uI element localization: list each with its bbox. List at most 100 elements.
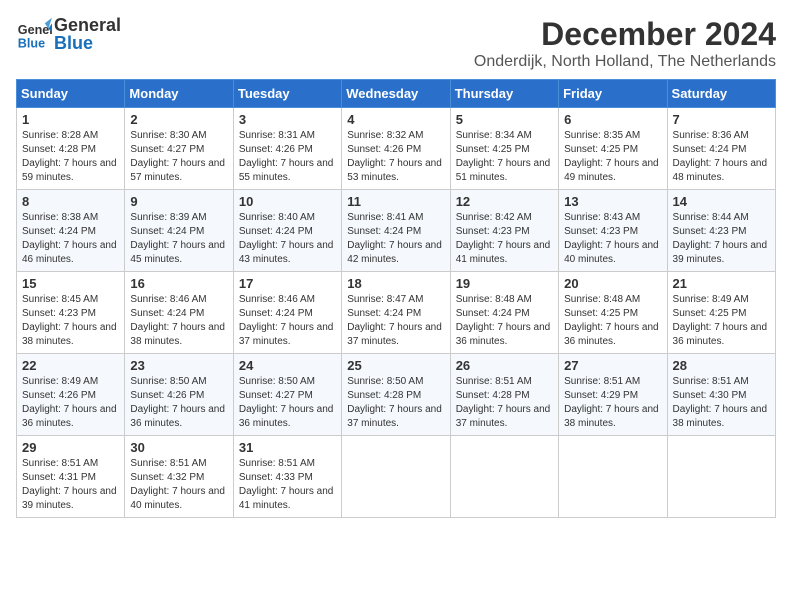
- calendar-cell: 25 Sunrise: 8:50 AMSunset: 4:28 PMDayligh…: [342, 354, 450, 436]
- calendar-cell: 24 Sunrise: 8:50 AMSunset: 4:27 PMDayligh…: [233, 354, 341, 436]
- day-number: 6: [564, 112, 661, 127]
- day-info: Sunrise: 8:51 AMSunset: 4:31 PMDaylight:…: [22, 457, 119, 513]
- calendar-day-header: Monday: [125, 80, 233, 108]
- calendar-cell: [667, 436, 775, 518]
- day-number: 17: [239, 276, 336, 291]
- day-info: Sunrise: 8:51 AMSunset: 4:29 PMDaylight:…: [564, 375, 661, 431]
- day-info: Sunrise: 8:49 AMSunset: 4:26 PMDaylight:…: [22, 375, 119, 431]
- day-info: Sunrise: 8:50 AMSunset: 4:28 PMDaylight:…: [347, 375, 444, 431]
- day-number: 31: [239, 440, 336, 455]
- calendar-day-header: Tuesday: [233, 80, 341, 108]
- day-info: Sunrise: 8:31 AMSunset: 4:26 PMDaylight:…: [239, 129, 336, 185]
- calendar-cell: 3 Sunrise: 8:31 AMSunset: 4:26 PMDaylight…: [233, 108, 341, 190]
- day-number: 22: [22, 358, 119, 373]
- page-subtitle: Onderdijk, North Holland, The Netherland…: [474, 53, 776, 71]
- calendar-cell: 30 Sunrise: 8:51 AMSunset: 4:32 PMDayligh…: [125, 436, 233, 518]
- calendar-cell: 6 Sunrise: 8:35 AMSunset: 4:25 PMDaylight…: [559, 108, 667, 190]
- day-info: Sunrise: 8:51 AMSunset: 4:33 PMDaylight:…: [239, 457, 336, 513]
- calendar-cell: 18 Sunrise: 8:47 AMSunset: 4:24 PMDayligh…: [342, 272, 450, 354]
- calendar-cell: 19Sunrise: 8:48 AMSunset: 4:24 PMDayligh…: [450, 272, 558, 354]
- calendar-cell: 4 Sunrise: 8:32 AMSunset: 4:26 PMDaylight…: [342, 108, 450, 190]
- day-info: Sunrise: 8:45 AMSunset: 4:23 PMDaylight:…: [22, 293, 119, 349]
- calendar-cell: 31 Sunrise: 8:51 AMSunset: 4:33 PMDayligh…: [233, 436, 341, 518]
- page-header: General Blue General Blue December 2024 …: [16, 16, 776, 71]
- day-info: Sunrise: 8:30 AMSunset: 4:27 PMDaylight:…: [130, 129, 227, 185]
- calendar-cell: 20 Sunrise: 8:48 AMSunset: 4:25 PMDayligh…: [559, 272, 667, 354]
- day-info: Sunrise: 8:36 AMSunset: 4:24 PMDaylight:…: [673, 129, 770, 185]
- day-info: Sunrise: 8:43 AMSunset: 4:23 PMDaylight:…: [564, 211, 661, 267]
- day-info: Sunrise: 8:51 AMSunset: 4:32 PMDaylight:…: [130, 457, 227, 513]
- day-info: Sunrise: 8:35 AMSunset: 4:25 PMDaylight:…: [564, 129, 661, 185]
- calendar-day-header: Wednesday: [342, 80, 450, 108]
- day-number: 27: [564, 358, 661, 373]
- calendar-week-row: 8 Sunrise: 8:38 AMSunset: 4:24 PMDaylight…: [17, 190, 776, 272]
- day-info: Sunrise: 8:40 AMSunset: 4:24 PMDaylight:…: [239, 211, 336, 267]
- day-info: Sunrise: 8:49 AMSunset: 4:25 PMDaylight:…: [673, 293, 770, 349]
- day-info: Sunrise: 8:51 AMSunset: 4:28 PMDaylight:…: [456, 375, 553, 431]
- calendar-cell: 8 Sunrise: 8:38 AMSunset: 4:24 PMDaylight…: [17, 190, 125, 272]
- calendar-cell: 29Sunrise: 8:51 AMSunset: 4:31 PMDayligh…: [17, 436, 125, 518]
- day-number: 16: [130, 276, 227, 291]
- day-number: 3: [239, 112, 336, 127]
- day-number: 15: [22, 276, 119, 291]
- day-number: 4: [347, 112, 444, 127]
- calendar-week-row: 1Sunrise: 8:28 AMSunset: 4:28 PMDaylight…: [17, 108, 776, 190]
- day-number: 7: [673, 112, 770, 127]
- day-info: Sunrise: 8:46 AMSunset: 4:24 PMDaylight:…: [239, 293, 336, 349]
- day-info: Sunrise: 8:34 AMSunset: 4:25 PMDaylight:…: [456, 129, 553, 185]
- day-info: Sunrise: 8:38 AMSunset: 4:24 PMDaylight:…: [22, 211, 119, 267]
- day-info: Sunrise: 8:42 AMSunset: 4:23 PMDaylight:…: [456, 211, 553, 267]
- calendar-cell: 1Sunrise: 8:28 AMSunset: 4:28 PMDaylight…: [17, 108, 125, 190]
- day-number: 24: [239, 358, 336, 373]
- day-number: 14: [673, 194, 770, 209]
- calendar-day-header: Thursday: [450, 80, 558, 108]
- day-number: 26: [456, 358, 553, 373]
- logo-icon: General Blue: [16, 16, 52, 52]
- day-number: 21: [673, 276, 770, 291]
- day-number: 11: [347, 194, 444, 209]
- day-number: 2: [130, 112, 227, 127]
- day-number: 13: [564, 194, 661, 209]
- calendar-cell: 11Sunrise: 8:41 AMSunset: 4:24 PMDayligh…: [342, 190, 450, 272]
- day-info: Sunrise: 8:46 AMSunset: 4:24 PMDaylight:…: [130, 293, 227, 349]
- calendar-table: SundayMondayTuesdayWednesdayThursdayFrid…: [16, 79, 776, 518]
- logo-blue-text: Blue: [54, 34, 121, 52]
- day-info: Sunrise: 8:50 AMSunset: 4:27 PMDaylight:…: [239, 375, 336, 431]
- calendar-cell: 28Sunrise: 8:51 AMSunset: 4:30 PMDayligh…: [667, 354, 775, 436]
- day-number: 20: [564, 276, 661, 291]
- calendar-week-row: 22 Sunrise: 8:49 AMSunset: 4:26 PMDayligh…: [17, 354, 776, 436]
- calendar-cell: 13 Sunrise: 8:43 AMSunset: 4:23 PMDayligh…: [559, 190, 667, 272]
- calendar-cell: 14 Sunrise: 8:44 AMSunset: 4:23 PMDayligh…: [667, 190, 775, 272]
- day-number: 12: [456, 194, 553, 209]
- calendar-day-header: Saturday: [667, 80, 775, 108]
- day-info: Sunrise: 8:47 AMSunset: 4:24 PMDaylight:…: [347, 293, 444, 349]
- calendar-cell: 15 Sunrise: 8:45 AMSunset: 4:23 PMDayligh…: [17, 272, 125, 354]
- day-number: 8: [22, 194, 119, 209]
- calendar-cell: 2 Sunrise: 8:30 AMSunset: 4:27 PMDaylight…: [125, 108, 233, 190]
- day-info: Sunrise: 8:50 AMSunset: 4:26 PMDaylight:…: [130, 375, 227, 431]
- day-number: 9: [130, 194, 227, 209]
- day-info: Sunrise: 8:48 AMSunset: 4:24 PMDaylight:…: [456, 293, 553, 349]
- calendar-cell: 23 Sunrise: 8:50 AMSunset: 4:26 PMDayligh…: [125, 354, 233, 436]
- calendar-week-row: 29Sunrise: 8:51 AMSunset: 4:31 PMDayligh…: [17, 436, 776, 518]
- calendar-cell: [450, 436, 558, 518]
- calendar-day-header: Sunday: [17, 80, 125, 108]
- calendar-cell: 27 Sunrise: 8:51 AMSunset: 4:29 PMDayligh…: [559, 354, 667, 436]
- calendar-cell: 9Sunrise: 8:39 AMSunset: 4:24 PMDaylight…: [125, 190, 233, 272]
- day-number: 25: [347, 358, 444, 373]
- day-info: Sunrise: 8:48 AMSunset: 4:25 PMDaylight:…: [564, 293, 661, 349]
- calendar-header-row: SundayMondayTuesdayWednesdayThursdayFrid…: [17, 80, 776, 108]
- calendar-cell: 26 Sunrise: 8:51 AMSunset: 4:28 PMDayligh…: [450, 354, 558, 436]
- day-number: 10: [239, 194, 336, 209]
- day-number: 18: [347, 276, 444, 291]
- page-title: December 2024: [474, 16, 776, 53]
- day-number: 30: [130, 440, 227, 455]
- day-info: Sunrise: 8:44 AMSunset: 4:23 PMDaylight:…: [673, 211, 770, 267]
- day-number: 23: [130, 358, 227, 373]
- calendar-cell: 22 Sunrise: 8:49 AMSunset: 4:26 PMDayligh…: [17, 354, 125, 436]
- calendar-cell: 12 Sunrise: 8:42 AMSunset: 4:23 PMDayligh…: [450, 190, 558, 272]
- day-number: 1: [22, 112, 119, 127]
- calendar-cell: 16 Sunrise: 8:46 AMSunset: 4:24 PMDayligh…: [125, 272, 233, 354]
- calendar-cell: 10 Sunrise: 8:40 AMSunset: 4:24 PMDayligh…: [233, 190, 341, 272]
- day-info: Sunrise: 8:32 AMSunset: 4:26 PMDaylight:…: [347, 129, 444, 185]
